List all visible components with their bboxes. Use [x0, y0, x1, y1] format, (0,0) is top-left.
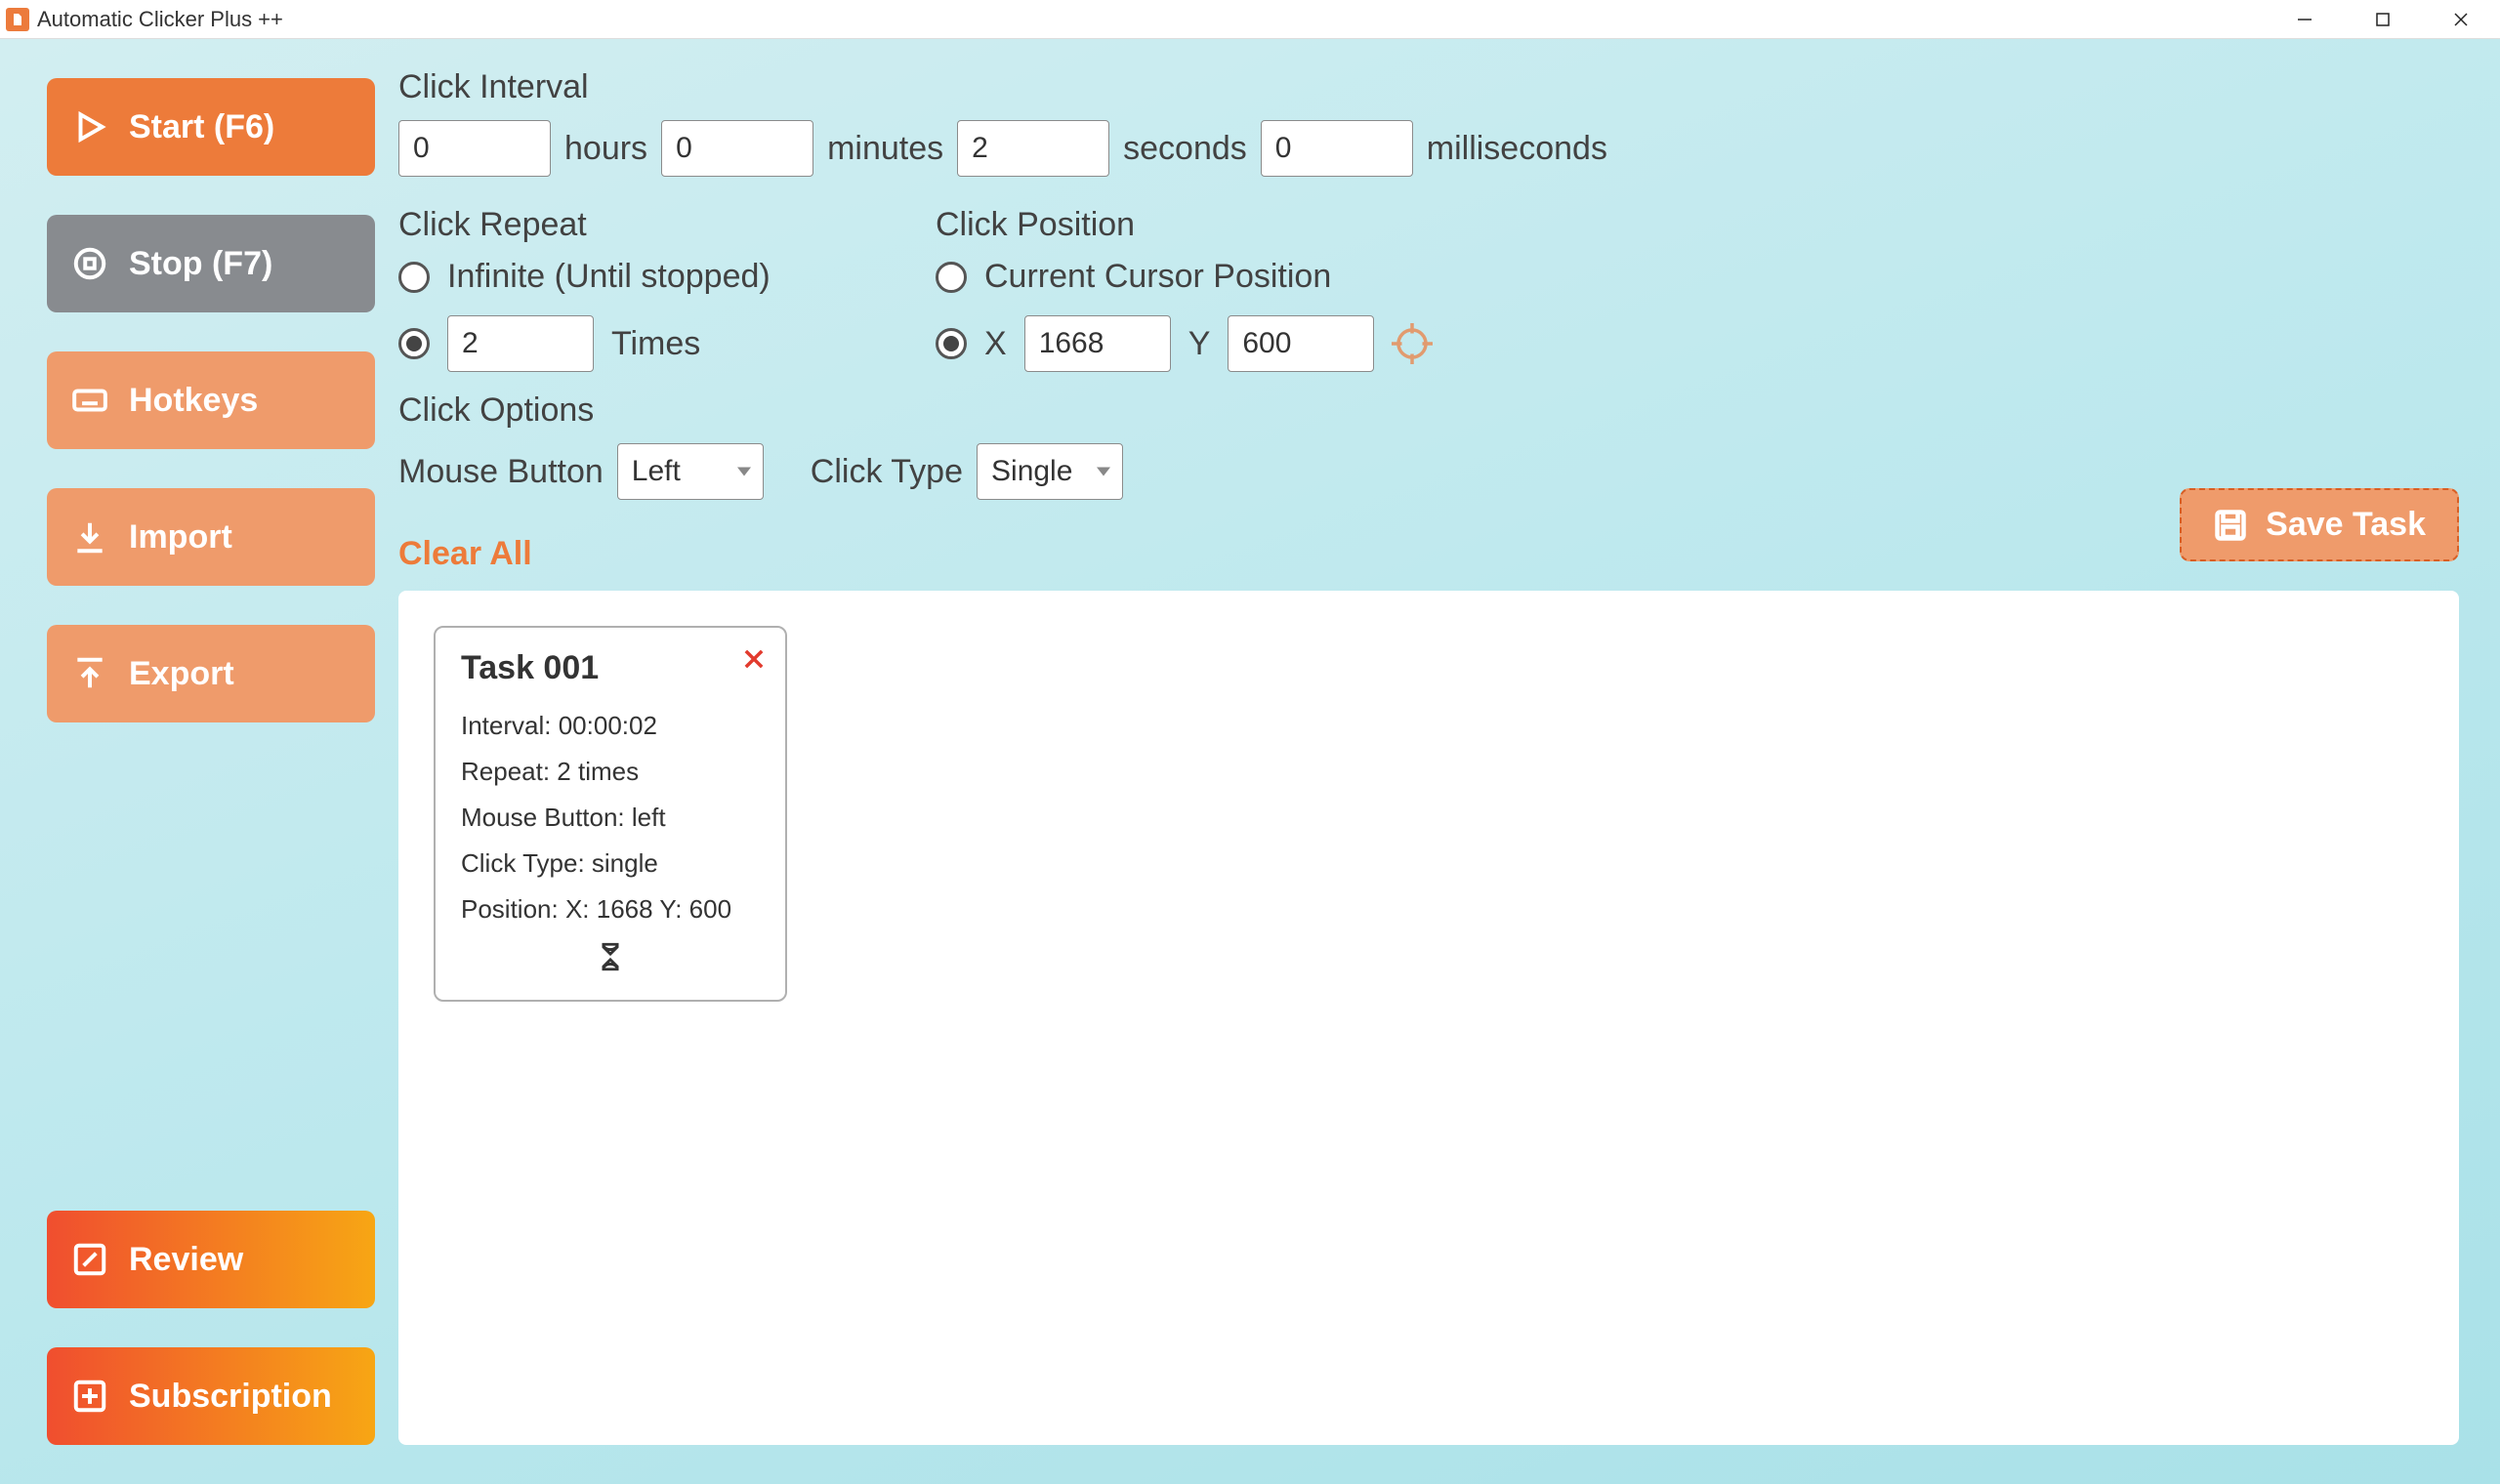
export-icon — [70, 654, 109, 693]
task-close-button[interactable] — [740, 645, 768, 680]
import-icon — [70, 517, 109, 556]
seconds-input[interactable] — [957, 120, 1109, 177]
hours-label: hours — [564, 130, 647, 168]
task-position: Position: X: 1668 Y: 600 — [461, 894, 760, 925]
save-task-label: Save Task — [2266, 506, 2426, 544]
stop-icon — [70, 244, 109, 283]
options-row: Mouse Button Left Click Type Single — [398, 443, 2459, 500]
import-button[interactable]: Import — [47, 488, 375, 586]
review-button[interactable]: Review — [47, 1211, 375, 1308]
repeat-infinite-label: Infinite (Until stopped) — [447, 258, 771, 296]
repeat-infinite-option[interactable]: Infinite (Until stopped) — [398, 258, 867, 296]
import-button-label: Import — [129, 518, 232, 556]
interval-row: hours minutes seconds milliseconds — [398, 120, 2459, 177]
app-icon — [6, 8, 29, 31]
position-current-option[interactable]: Current Cursor Position — [936, 258, 1433, 296]
minutes-input[interactable] — [661, 120, 813, 177]
hotkeys-button[interactable]: Hotkeys — [47, 351, 375, 449]
seconds-label: seconds — [1123, 130, 1247, 168]
position-x-input[interactable] — [1024, 315, 1171, 372]
radio-icon — [936, 262, 967, 293]
subscription-button-label: Subscription — [129, 1378, 332, 1416]
position-y-input[interactable] — [1228, 315, 1374, 372]
click-options-heading: Click Options — [398, 392, 2459, 430]
task-interval: Interval: 00:00:02 — [461, 711, 760, 741]
mouse-button-label: Mouse Button — [398, 453, 604, 491]
save-task-button[interactable]: Save Task — [2180, 488, 2459, 561]
hourglass-icon — [461, 940, 760, 980]
start-button-label: Start (F6) — [129, 108, 274, 146]
task-card: Task 001 Interval: 00:00:02 Repeat: 2 ti… — [434, 626, 787, 1002]
hours-input[interactable] — [398, 120, 551, 177]
keyboard-icon — [70, 381, 109, 420]
radio-icon — [398, 262, 430, 293]
edit-icon — [70, 1240, 109, 1279]
target-picker-icon[interactable] — [1392, 323, 1433, 364]
click-type-select[interactable]: Single — [977, 443, 1123, 500]
milliseconds-input[interactable] — [1261, 120, 1413, 177]
close-window-button[interactable] — [2422, 0, 2500, 39]
radio-selected-icon — [936, 328, 967, 359]
stop-button[interactable]: Stop (F7) — [47, 215, 375, 312]
repeat-times-option[interactable]: Times — [398, 315, 867, 372]
repeat-times-label: Times — [611, 325, 700, 363]
minutes-label: minutes — [827, 130, 943, 168]
start-button[interactable]: Start (F6) — [47, 78, 375, 176]
play-icon — [70, 107, 109, 146]
position-y-label: Y — [1188, 325, 1211, 363]
export-button[interactable]: Export — [47, 625, 375, 722]
click-type-value: Single — [991, 455, 1072, 488]
task-mouse: Mouse Button: left — [461, 803, 760, 833]
save-icon — [2213, 508, 2248, 543]
maximize-button[interactable] — [2344, 0, 2422, 39]
click-position-heading: Click Position — [936, 206, 1433, 244]
position-current-label: Current Cursor Position — [984, 258, 1331, 296]
repeat-times-input[interactable] — [447, 315, 594, 372]
main-panel: Click Interval hours minutes seconds mil… — [398, 39, 2500, 1484]
titlebar: Automatic Clicker Plus ++ — [0, 0, 2500, 39]
subscription-button[interactable]: Subscription — [47, 1347, 375, 1445]
sidebar: Start (F6) Stop (F7) Hotkeys Import Expo… — [0, 39, 398, 1484]
task-type: Click Type: single — [461, 848, 760, 879]
hotkeys-button-label: Hotkeys — [129, 382, 258, 420]
click-interval-heading: Click Interval — [398, 68, 2459, 106]
window-title: Automatic Clicker Plus ++ — [37, 7, 283, 32]
mouse-button-select[interactable]: Left — [617, 443, 764, 500]
radio-selected-icon — [398, 328, 430, 359]
export-button-label: Export — [129, 655, 234, 693]
review-button-label: Review — [129, 1241, 243, 1279]
task-panel: Task 001 Interval: 00:00:02 Repeat: 2 ti… — [398, 591, 2459, 1445]
milliseconds-label: milliseconds — [1427, 130, 1607, 168]
mouse-button-value: Left — [632, 455, 681, 488]
position-xy-option[interactable]: X Y — [936, 315, 1433, 372]
click-type-label: Click Type — [811, 453, 963, 491]
position-x-label: X — [984, 325, 1007, 363]
clear-all-link[interactable]: Clear All — [398, 535, 2459, 573]
star-icon — [70, 1377, 109, 1416]
click-repeat-heading: Click Repeat — [398, 206, 867, 244]
task-repeat: Repeat: 2 times — [461, 757, 760, 787]
task-title: Task 001 — [461, 649, 760, 687]
minimize-button[interactable] — [2266, 0, 2344, 39]
stop-button-label: Stop (F7) — [129, 245, 272, 283]
